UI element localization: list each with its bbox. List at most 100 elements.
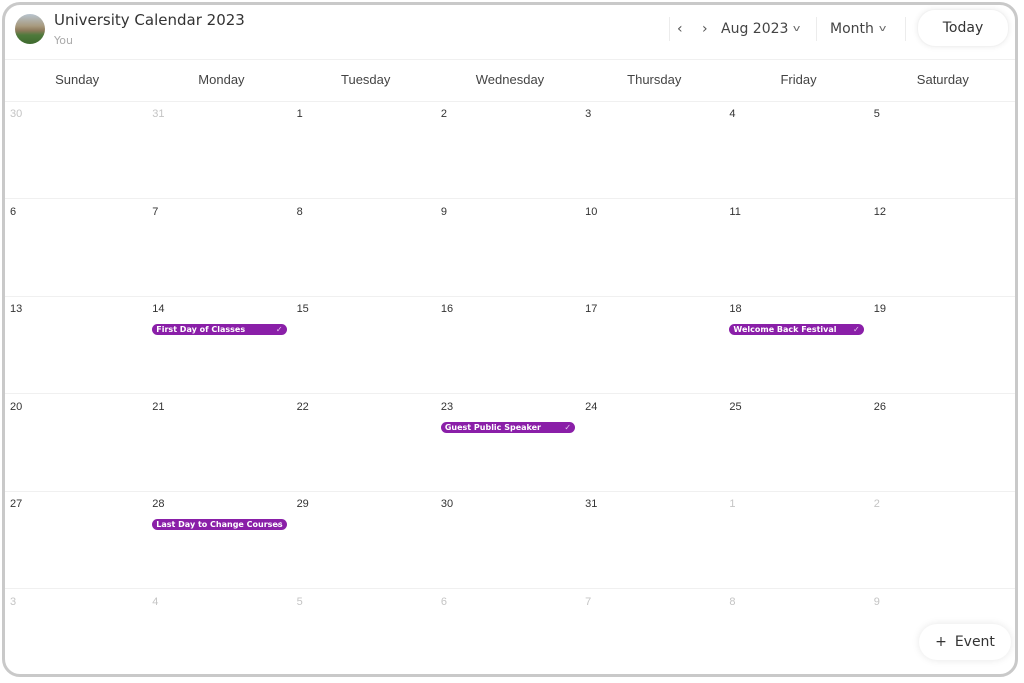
day-cell[interactable]: 5 bbox=[294, 589, 438, 675]
calendar-window: University Calendar 2023 You ‹ › Aug 202… bbox=[2, 2, 1018, 677]
day-cell[interactable]: 3 bbox=[582, 101, 726, 198]
day-cell[interactable]: 1 bbox=[294, 101, 438, 198]
day-cell[interactable]: 2 bbox=[871, 491, 1015, 588]
day-cell[interactable]: 29 bbox=[294, 491, 438, 588]
day-number: 4 bbox=[729, 108, 736, 120]
day-number: 8 bbox=[296, 205, 303, 218]
day-cell[interactable]: 5 bbox=[871, 101, 1015, 198]
day-cell[interactable]: 31 bbox=[149, 101, 293, 198]
day-cell[interactable]: 26 bbox=[871, 394, 1015, 491]
day-cell[interactable]: 21 bbox=[149, 394, 293, 491]
day-cell[interactable]: 7 bbox=[582, 589, 726, 675]
event-title: Guest Public Speaker bbox=[444, 422, 541, 432]
week-row: 6 7 8 9 10 11 12 bbox=[5, 199, 1015, 297]
plus-icon: + bbox=[935, 634, 947, 650]
day-cell[interactable]: 17 bbox=[582, 296, 726, 393]
calendar-header: University Calendar 2023 You ‹ › Aug 202… bbox=[5, 5, 1015, 60]
day-number: 20 bbox=[10, 400, 23, 413]
day-cell[interactable]: 4 bbox=[149, 589, 293, 675]
period-dropdown[interactable]: Aug 2023 v bbox=[721, 21, 801, 37]
day-cell[interactable]: 28 Last Day to Change Courses ✓ bbox=[149, 491, 293, 588]
day-cell[interactable]: 11 bbox=[726, 199, 870, 296]
day-cell[interactable]: 25 bbox=[726, 394, 870, 491]
prev-month-button[interactable]: ‹ bbox=[677, 21, 683, 37]
day-cell[interactable]: 31 bbox=[582, 491, 726, 588]
next-month-button[interactable]: › bbox=[702, 21, 708, 37]
event-chip[interactable]: First Day of Classes ✓ bbox=[152, 324, 287, 335]
day-cell[interactable]: 8 bbox=[294, 199, 438, 296]
day-number: 30 bbox=[440, 498, 454, 510]
day-cell[interactable]: 6 bbox=[7, 199, 151, 296]
day-cell[interactable]: 3 bbox=[7, 589, 151, 675]
day-cell[interactable]: 19 bbox=[871, 296, 1015, 393]
add-event-button[interactable]: + Event bbox=[919, 624, 1011, 660]
weekday-friday: Friday bbox=[780, 72, 817, 87]
day-number: 6 bbox=[440, 595, 447, 608]
today-button[interactable]: Today bbox=[917, 9, 1009, 47]
day-number: 12 bbox=[873, 205, 886, 218]
day-number: 31 bbox=[152, 108, 165, 120]
day-cell[interactable]: 30 bbox=[7, 101, 151, 198]
event-chip[interactable]: Welcome Back Festival ✓ bbox=[729, 324, 864, 335]
day-cell[interactable]: 10 bbox=[582, 199, 726, 296]
day-cell[interactable]: 15 bbox=[294, 296, 438, 393]
day-cell[interactable]: 20 bbox=[7, 394, 151, 491]
day-cell[interactable]: 9 bbox=[438, 199, 582, 296]
day-number: 16 bbox=[440, 303, 454, 315]
day-cell[interactable]: 1 bbox=[726, 491, 870, 588]
day-number: 17 bbox=[585, 303, 598, 315]
day-cell[interactable]: 2 bbox=[438, 101, 582, 198]
event-chip[interactable]: Guest Public Speaker ✓ bbox=[440, 421, 576, 433]
day-cell[interactable]: 12 bbox=[871, 199, 1015, 296]
check-icon: ✓ bbox=[853, 325, 860, 334]
day-number: 24 bbox=[585, 400, 598, 413]
day-number: 2 bbox=[873, 498, 880, 510]
day-number: 9 bbox=[873, 595, 880, 608]
day-cell[interactable]: 6 bbox=[438, 589, 582, 675]
weekday-saturday: Saturday bbox=[916, 72, 969, 87]
weekday-tuesday: Tuesday bbox=[341, 72, 391, 87]
day-number: 18 bbox=[729, 303, 742, 315]
weekday-header: Sunday Monday Tuesday Wednesday Thursday Frid… bbox=[5, 59, 1015, 102]
divider bbox=[816, 17, 817, 41]
day-number: 3 bbox=[10, 595, 17, 608]
event-title: First Day of Classes bbox=[156, 325, 246, 334]
day-cell[interactable]: 30 bbox=[438, 491, 582, 588]
chevron-down-icon: v bbox=[793, 24, 801, 34]
day-number: 29 bbox=[296, 498, 309, 510]
divider bbox=[669, 17, 670, 41]
week-row: 13 14 First Day of Classes ✓ 15 16 17 18 Welcome… bbox=[5, 296, 1015, 394]
view-dropdown[interactable]: Month v bbox=[830, 21, 887, 37]
day-number: 28 bbox=[152, 498, 165, 510]
event-chip[interactable]: Last Day to Change Courses ✓ bbox=[152, 519, 287, 530]
calendar-owner: You bbox=[54, 34, 73, 47]
day-cell[interactable]: 24 bbox=[582, 394, 726, 491]
day-cell[interactable]: 8 bbox=[726, 589, 870, 675]
day-cell[interactable]: 7 bbox=[149, 199, 293, 296]
week-row: 20 21 22 23 Guest Public Speaker ✓ 24 25 26 bbox=[5, 394, 1015, 492]
day-cell[interactable]: 23 Guest Public Speaker ✓ bbox=[438, 394, 582, 491]
day-number: 13 bbox=[10, 303, 23, 315]
day-cell[interactable]: 4 bbox=[726, 101, 870, 198]
day-cell[interactable]: 22 bbox=[294, 394, 438, 491]
day-number: 3 bbox=[585, 108, 592, 120]
calendar-title: University Calendar 2023 bbox=[54, 11, 245, 29]
day-cell[interactable]: 27 bbox=[7, 491, 151, 588]
divider bbox=[905, 17, 906, 41]
weekday-monday: Monday bbox=[198, 72, 245, 87]
day-number: 1 bbox=[296, 108, 303, 120]
day-number: 23 bbox=[440, 400, 454, 413]
day-cell[interactable]: 14 First Day of Classes ✓ bbox=[149, 296, 293, 393]
day-cell[interactable]: 18 Welcome Back Festival ✓ bbox=[726, 296, 870, 393]
day-cell[interactable]: 13 bbox=[7, 296, 151, 393]
check-icon: ✓ bbox=[275, 325, 283, 334]
day-number: 6 bbox=[10, 205, 17, 218]
day-number: 4 bbox=[152, 595, 159, 608]
chevron-down-icon: v bbox=[878, 24, 887, 34]
day-number: 19 bbox=[873, 303, 886, 315]
day-number: 9 bbox=[440, 205, 447, 218]
day-number: 25 bbox=[729, 400, 742, 413]
add-event-label: Event bbox=[954, 634, 995, 650]
day-cell[interactable]: 16 bbox=[438, 296, 582, 393]
day-number: 10 bbox=[585, 205, 598, 218]
